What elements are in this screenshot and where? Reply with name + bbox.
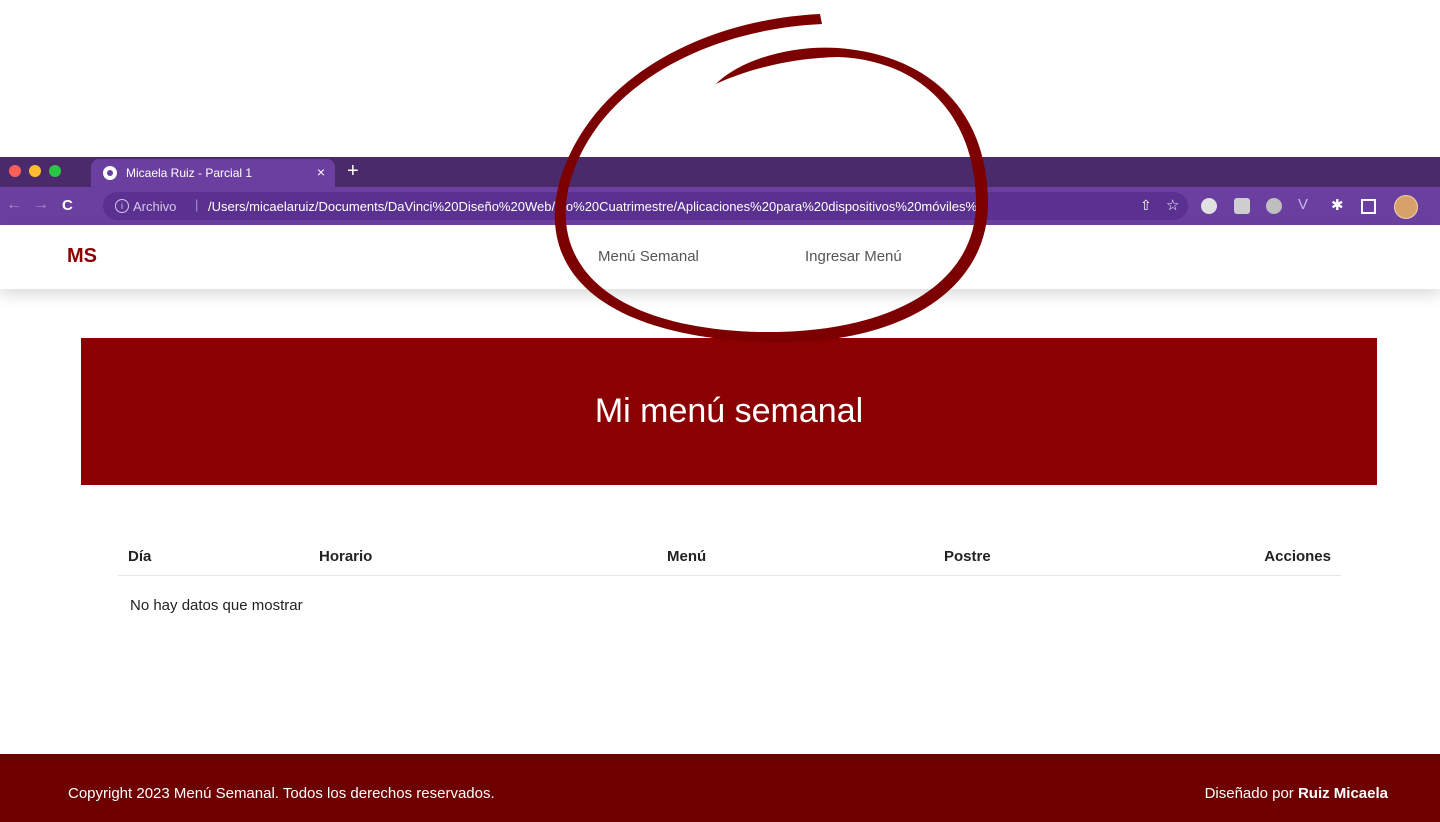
url-text[interactable]: /Users/micaelaruiz/Documents/DaVinci%20D… [208,199,988,214]
credit-prefix: Diseñado por [1204,785,1294,802]
menu-table: Día Horario Menú Postre Acciones No hay … [118,538,1341,614]
footer-credit: Diseñado por Ruiz Micaela [1205,785,1388,802]
new-tab-button[interactable]: + [347,160,359,182]
column-header-horario: Horario [319,548,373,565]
nav-link-ingresar-menu[interactable]: Ingresar Menú [805,248,902,265]
window-maximize-button[interactable] [49,165,61,177]
nav-link-menu-semanal[interactable]: Menú Semanal [598,248,699,265]
column-header-postre: Postre [944,548,991,565]
share-icon[interactable]: ⇧ [1140,197,1152,214]
omnibox-separator: | [195,197,199,212]
bookmark-star-icon[interactable]: ☆ [1166,196,1179,214]
column-header-acciones: Acciones [1264,548,1331,565]
puzzle-extensions-icon[interactable]: ✱ [1331,196,1344,214]
empty-message: No hay datos que mostrar [130,597,303,614]
profile-avatar[interactable] [1394,195,1418,219]
column-header-dia: Día [128,548,152,565]
browser-tab-bar: Micaela Ruiz - Parcial 1 × + [0,157,1440,187]
browser-tab[interactable]: Micaela Ruiz - Parcial 1 × [91,159,335,187]
table-empty-row: No hay datos que mostrar [118,576,1341,614]
globe-icon [103,166,117,180]
reload-icon[interactable]: C [62,197,73,214]
camera-extension-icon[interactable] [1234,198,1250,214]
browser-toolbar: ← → C i Archivo | /Users/micaelaruiz/Doc… [0,187,1440,225]
table-header-row: Día Horario Menú Postre Acciones [118,538,1341,576]
window-close-button[interactable] [9,165,21,177]
back-arrow-icon[interactable]: ← [6,196,22,214]
page-title: Mi menú semanal [594,392,864,430]
column-header-menu: Menú [667,548,707,565]
hero-banner: Mi menú semanal [81,338,1377,485]
tab-close-icon[interactable]: × [317,164,325,180]
address-bar[interactable]: i Archivo | /Users/micaelaruiz/Documents… [103,192,1188,220]
forward-arrow-icon[interactable]: → [33,196,49,214]
site-navbar: MS Menú Semanal Ingresar Menú [0,225,1440,289]
tab-title: Micaela Ruiz - Parcial 1 [126,166,253,180]
gear-extension-icon[interactable] [1266,198,1282,214]
site-footer: Copyright 2023 Menú Semanal. Todos los d… [0,754,1440,822]
window-minimize-button[interactable] [29,165,41,177]
footer-copyright: Copyright 2023 Menú Semanal. Todos los d… [68,785,495,802]
brand-logo[interactable]: MS [67,245,97,268]
extension-icon[interactable] [1201,198,1217,214]
designer-name: Ruiz Micaela [1297,785,1388,802]
info-icon[interactable]: i [115,199,129,213]
scheme-label: Archivo [133,199,177,214]
vue-devtools-icon[interactable]: V [1298,196,1308,213]
side-panel-icon[interactable] [1361,199,1376,214]
